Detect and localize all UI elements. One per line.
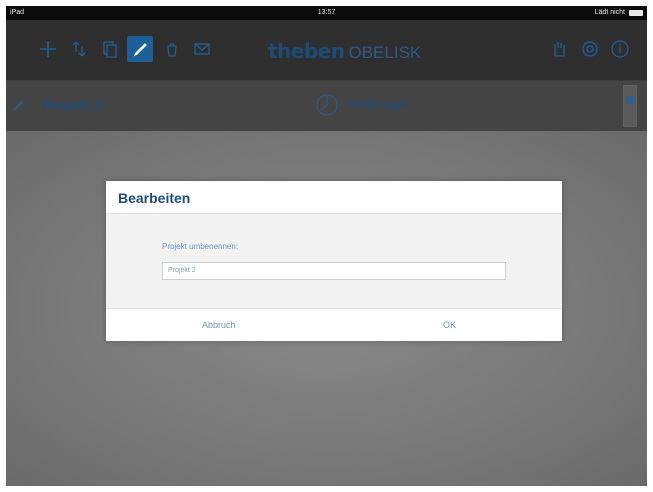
ok-button[interactable]: OK	[443, 320, 456, 330]
mail-icon[interactable]	[189, 36, 215, 62]
timer-clock-icon	[314, 92, 340, 118]
status-bar: iPad 13:57 Lädt nicht	[6, 6, 647, 20]
device-thumbnail[interactable]	[623, 85, 637, 127]
transfer-icon[interactable]	[66, 36, 92, 62]
add-icon[interactable]	[35, 36, 61, 62]
product-name: OBELISK	[348, 43, 422, 62]
hand-icon[interactable]	[546, 36, 572, 62]
project-bar: Projekt 2 TR 612 top3	[6, 81, 647, 131]
rename-label: Projekt umbenennen:	[162, 242, 239, 251]
app-brand: theben OBELISK	[268, 39, 421, 63]
charging-status: Lädt nicht	[594, 9, 625, 16]
cancel-button[interactable]: Abbruch	[202, 320, 236, 330]
ipad-screen: iPad 13:57 Lädt nicht theben OBELISK Pro…	[6, 6, 647, 486]
bucket-icon[interactable]	[159, 36, 185, 62]
copy-icon[interactable]	[97, 36, 123, 62]
device-name: TR 612 top3	[346, 99, 409, 111]
info-icon[interactable]	[607, 36, 633, 62]
battery-icon	[629, 9, 643, 16]
device-screen	[626, 96, 634, 104]
project-name-input[interactable]: Projekt 2	[162, 262, 506, 280]
dialog-header: Bearbeiten	[106, 181, 562, 214]
edit-dialog: Bearbeiten Projekt umbenennen: Projekt 2…	[106, 181, 562, 341]
dialog-title: Bearbeiten	[118, 190, 191, 206]
main-toolbar: theben OBELISK	[6, 20, 647, 81]
dialog-buttons: Abbruch OK	[106, 308, 562, 341]
project-name[interactable]: Projekt 2	[42, 97, 101, 113]
status-time: 13:57	[317, 9, 336, 16]
edit-icon[interactable]	[127, 36, 153, 62]
rename-project-icon[interactable]	[12, 98, 26, 112]
brand-logo: theben	[268, 39, 345, 63]
settings-icon[interactable]	[577, 36, 603, 62]
